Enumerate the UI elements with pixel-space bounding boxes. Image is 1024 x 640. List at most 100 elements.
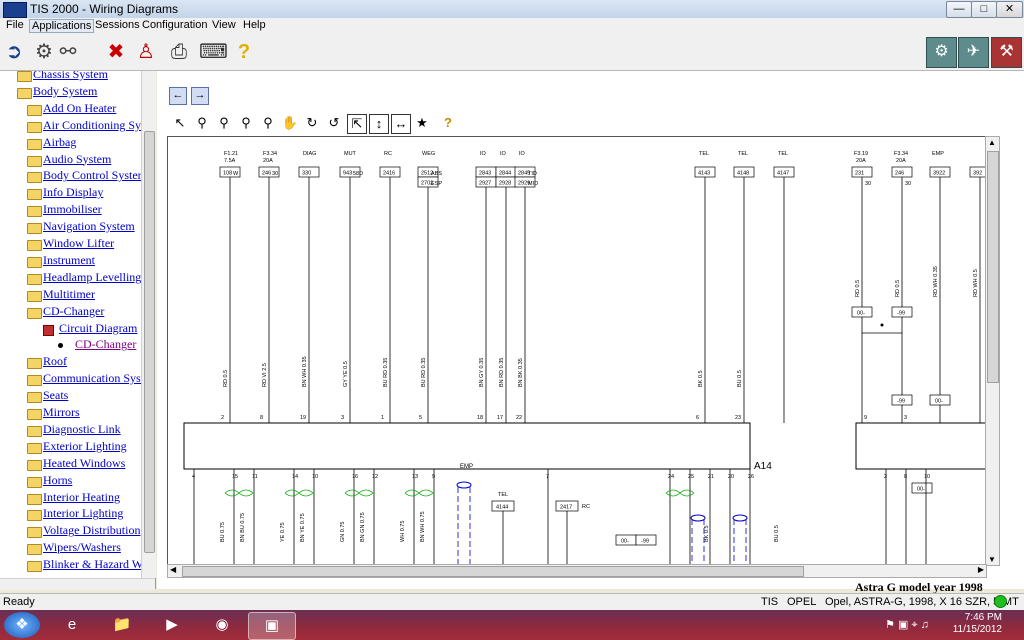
tree-item[interactable]: Communication Syst — [43, 371, 144, 386]
diagram-help-icon[interactable]: ? — [439, 114, 457, 132]
menu-applications[interactable]: Applications — [29, 19, 95, 33]
tree-item[interactable]: Interior Lighting — [43, 506, 123, 521]
menu-view[interactable]: View — [210, 19, 238, 31]
glasses-icon[interactable]: ⚯ — [56, 40, 80, 64]
clock[interactable]: 7:46 PM 11/15/2012 — [953, 612, 1002, 636]
wire-pin-label: 3 — [341, 415, 344, 421]
diagram-vertical-scrollbar[interactable]: ▲ ▼ — [985, 136, 1000, 566]
component-block — [183, 422, 751, 470]
help-icon[interactable]: ? — [232, 40, 256, 64]
car-service-icon[interactable]: ⚙ — [926, 37, 957, 68]
zoom-in-icon[interactable]: ⚲ — [193, 114, 211, 132]
system-tray-icons[interactable]: ⚑ ▣ ⌖ ♫ — [877, 612, 937, 638]
tree-item[interactable]: Air Conditioning Sys — [43, 118, 146, 133]
tree-vertical-scrollbar[interactable] — [141, 71, 156, 578]
tree-item[interactable]: Voltage Distribution — [43, 523, 140, 538]
zoom-out-icon[interactable]: ⚲ — [215, 114, 233, 132]
wire-top-label: RC — [384, 151, 392, 157]
tree-item[interactable]: Heated Windows — [43, 456, 125, 471]
tree-item[interactable]: CD-Changer — [75, 337, 136, 352]
chrome-icon[interactable]: ◉ — [200, 612, 244, 638]
tree-item[interactable]: Window Lifter — [43, 236, 114, 251]
pan-hand-icon[interactable]: ✋ — [281, 114, 299, 132]
fit-width-icon[interactable]: ↔ — [391, 114, 411, 134]
right-wire-box-label: 392 — [973, 171, 982, 177]
wire-color-label: BN BK 0.35 — [518, 358, 524, 387]
person-icon[interactable]: ♙ — [134, 40, 158, 64]
tree-item[interactable]: Circuit Diagram — [59, 321, 137, 336]
fit-height-icon[interactable]: ↕ — [369, 114, 389, 134]
wire-color-label: GY YE 0.5 — [343, 361, 349, 387]
bottom-pin-label: 7 — [546, 474, 549, 480]
print-icon[interactable]: ⎙ — [167, 40, 191, 64]
scroll-down-icon[interactable]: ▼ — [988, 555, 996, 564]
forward-arrow-icon[interactable]: → — [191, 87, 209, 105]
tree-item[interactable]: Navigation System — [43, 219, 135, 234]
bottom-wire-color-label: BU 0.5 — [774, 525, 780, 542]
tree-item[interactable]: Instrument — [43, 253, 95, 268]
tree-item[interactable]: Immobiliser — [43, 202, 102, 217]
menu-configuration[interactable]: Configuration — [140, 19, 209, 31]
menu-help[interactable]: Help — [241, 19, 268, 31]
folder-icon — [27, 493, 42, 505]
tree-item[interactable]: Audio System — [43, 152, 111, 167]
tree-item[interactable]: Interior Heating — [43, 490, 120, 505]
tree-horizontal-scrollbar[interactable] — [0, 578, 155, 590]
wire-side-label: 58D — [353, 171, 363, 177]
tree-item[interactable]: Headlamp Levelling — [43, 270, 141, 285]
tree-item[interactable]: Mirrors — [43, 405, 80, 420]
twisted-pair-marker — [284, 489, 314, 497]
minimize-button[interactable]: — — [946, 1, 972, 18]
zoom-area-icon[interactable]: ⚲ — [259, 114, 277, 132]
tree-item[interactable]: Diagnostic Link — [43, 422, 121, 437]
wiring-diagram-canvas[interactable]: A14 EMP F1.21 7.5A 108 W RD 0.5 2 F3.34 20A 246 30 R… — [167, 136, 987, 566]
maximize-button[interactable]: □ — [971, 1, 997, 18]
menu-file[interactable]: File — [4, 19, 26, 31]
tree-item[interactable]: Exterior Lighting — [43, 439, 127, 454]
tree-item[interactable]: Wipers/Washers — [43, 540, 121, 555]
tree-item[interactable]: Roof — [43, 354, 67, 369]
exit-icon[interactable]: ➲ — [2, 40, 26, 64]
folder-icon — [27, 240, 42, 251]
scroll-left-icon[interactable]: ◀ — [170, 565, 176, 574]
tree-item[interactable]: Body System — [33, 84, 97, 99]
media-player-icon[interactable]: ▶ — [150, 612, 194, 638]
right-pin-label: 10 — [924, 474, 930, 480]
tree-item[interactable]: Chassis System — [33, 71, 108, 82]
menu-sessions[interactable]: Sessions — [93, 19, 142, 31]
car-tool-icon[interactable]: ⚒ — [991, 37, 1022, 68]
zoom-icon[interactable]: ⚲ — [237, 114, 255, 132]
scroll-right-icon[interactable]: ▶ — [978, 565, 984, 574]
tree-item[interactable]: Info Display — [43, 185, 103, 200]
folder-icon — [27, 392, 42, 404]
tree-item[interactable]: Airbag — [43, 135, 76, 150]
tree-item[interactable]: Body Control Syster — [43, 168, 142, 183]
shield-cap — [732, 514, 748, 522]
right-wire-top-sub-label: 20A — [856, 158, 866, 164]
internet-explorer-icon[interactable]: e — [50, 612, 94, 638]
scroll-up-icon[interactable]: ▲ — [988, 138, 996, 147]
tis2000-taskbar-icon[interactable]: ▣ — [248, 612, 296, 640]
tree-item[interactable]: Multitimer — [43, 287, 95, 302]
shield-line — [457, 487, 471, 565]
tree-item[interactable]: Blinker & Hazard W — [43, 557, 143, 572]
stop-icon[interactable]: ✖ — [104, 40, 128, 64]
rotate-left-icon[interactable]: ↺ — [325, 114, 343, 132]
keyboard-icon[interactable]: ⌨ — [199, 40, 228, 64]
back-arrow-icon[interactable]: ← — [169, 87, 187, 105]
tree-item[interactable]: Add On Heater — [43, 101, 116, 116]
network-icon[interactable]: ⚙ — [32, 40, 56, 64]
close-button[interactable]: ✕ — [996, 1, 1023, 18]
tree-item[interactable]: Horns — [43, 473, 72, 488]
fit-page-icon[interactable]: ⇱ — [347, 114, 367, 134]
pointer-icon[interactable]: ↖ — [171, 114, 189, 132]
rotate-right-icon[interactable]: ↻ — [303, 114, 321, 132]
car-icon[interactable]: ✈ — [958, 37, 989, 68]
status-ready: Ready — [3, 596, 35, 608]
diagram-horizontal-scrollbar[interactable]: ◀ ▶ — [167, 564, 987, 578]
highlight-icon[interactable]: ★ — [413, 114, 431, 132]
start-button[interactable]: ❖ — [4, 612, 40, 638]
file-explorer-icon[interactable]: 📁 — [100, 612, 144, 638]
tree-item[interactable]: CD-Changer — [43, 304, 104, 319]
tree-item[interactable]: Seats — [43, 388, 68, 403]
